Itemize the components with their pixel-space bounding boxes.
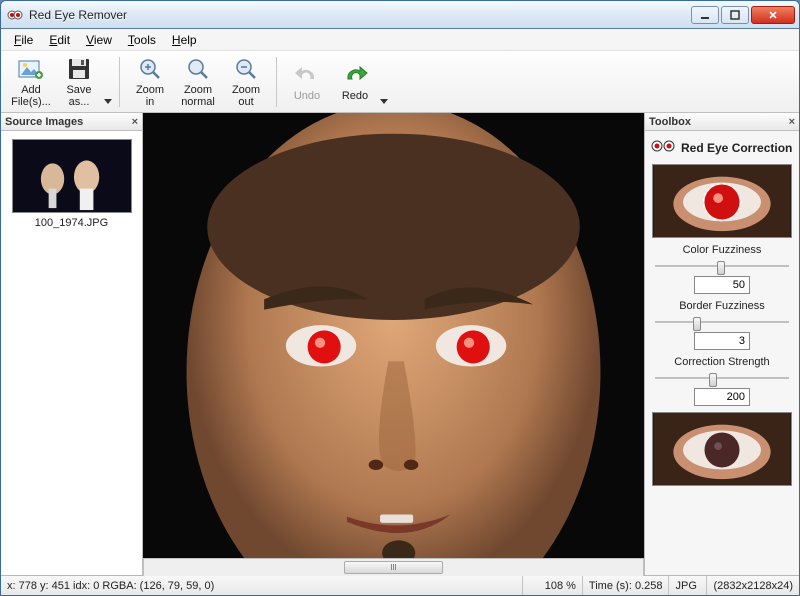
color-fuzziness-slider[interactable]	[655, 258, 789, 274]
zoom-out-button[interactable]: Zoom out	[222, 54, 270, 110]
panel-title: Source Images	[5, 116, 83, 128]
close-panel-icon[interactable]: ×	[132, 116, 138, 128]
toolbar: Add File(s)... Save as... Zoom in Zoom n…	[1, 51, 799, 113]
close-button[interactable]	[751, 6, 795, 24]
zoom-out-icon	[232, 57, 260, 83]
add-files-button[interactable]: Add File(s)...	[7, 54, 55, 110]
tool-label: Redo	[342, 90, 368, 102]
photo-add-icon	[17, 57, 45, 83]
toolbox-panel: Toolbox × Red Eye Correction Color	[645, 113, 799, 575]
redo-dropdown[interactable]	[379, 54, 389, 110]
horizontal-scrollbar[interactable]	[143, 558, 644, 575]
status-zoom: 108 %	[523, 576, 583, 595]
menu-help[interactable]: Help	[165, 31, 204, 49]
source-images-panel: Source Images × 100_1974.JPG	[1, 113, 143, 575]
minimize-button[interactable]	[691, 6, 719, 24]
thumbnail-list: 100_1974.JPG	[1, 131, 142, 575]
zoom-normal-button[interactable]: Zoom normal	[174, 54, 222, 110]
undo-button[interactable]: Undo	[283, 54, 331, 110]
window-controls	[691, 6, 795, 24]
correction-strength-input[interactable]	[694, 388, 750, 406]
menu-edit[interactable]: Edit	[42, 31, 77, 49]
slider-label: Border Fuzziness	[649, 300, 795, 312]
slider-label: Color Fuzziness	[649, 244, 795, 256]
tool-label: Zoom out	[232, 84, 260, 108]
redo-icon	[341, 62, 369, 88]
thumbnail-filename: 100_1974.JPG	[7, 217, 136, 229]
zoom-in-icon	[136, 57, 164, 83]
tool-label: Zoom normal	[181, 84, 215, 108]
floppy-icon	[65, 57, 93, 83]
titlebar: Red Eye Remover	[1, 1, 799, 29]
status-coords: x: 778 y: 451 idx: 0 RGBA: (126, 79, 59,…	[1, 576, 523, 595]
app-icon	[7, 7, 23, 23]
border-fuzziness-slider[interactable]	[655, 314, 789, 330]
save-as-button[interactable]: Save as...	[55, 54, 103, 110]
toolbox-section-header: Red Eye Correction	[649, 135, 795, 162]
tool-label: Undo	[294, 90, 320, 102]
statusbar: x: 778 y: 451 idx: 0 RGBA: (126, 79, 59,…	[1, 575, 799, 595]
tool-label: Add File(s)...	[11, 84, 51, 108]
preview-after	[652, 412, 792, 486]
save-dropdown[interactable]	[103, 54, 113, 110]
menu-tools[interactable]: Tools	[121, 31, 163, 49]
slider-label: Correction Strength	[649, 356, 795, 368]
section-title: Red Eye Correction	[681, 141, 792, 155]
border-fuzziness-input[interactable]	[694, 332, 750, 350]
status-dimensions: (2832x2128x24)	[707, 576, 799, 595]
preview-before	[652, 164, 792, 238]
zoom-in-button[interactable]: Zoom in	[126, 54, 174, 110]
undo-icon	[293, 62, 321, 88]
toolbox-panel-header: Toolbox ×	[645, 113, 799, 131]
canvas[interactable]	[143, 113, 644, 558]
panel-title: Toolbox	[649, 116, 691, 128]
status-format: JPG	[669, 576, 707, 595]
tool-label: Zoom in	[136, 84, 164, 108]
menu-view[interactable]: View	[79, 31, 119, 49]
window-title: Red Eye Remover	[29, 8, 691, 22]
border-fuzziness-row: Border Fuzziness	[649, 300, 795, 350]
color-fuzziness-input[interactable]	[694, 276, 750, 294]
color-fuzziness-row: Color Fuzziness	[649, 244, 795, 294]
maximize-button[interactable]	[721, 6, 749, 24]
redo-button[interactable]: Redo	[331, 54, 379, 110]
red-eye-icon	[651, 139, 675, 156]
app-window: Red Eye Remover File Edit View Tools Hel…	[0, 0, 800, 596]
source-panel-header: Source Images ×	[1, 113, 142, 131]
correction-strength-row: Correction Strength	[649, 356, 795, 406]
menu-file[interactable]: File	[7, 31, 40, 49]
content-area: Source Images × 100_1974.JPG	[1, 113, 799, 575]
close-panel-icon[interactable]: ×	[789, 116, 795, 128]
menubar: File Edit View Tools Help	[1, 29, 799, 51]
image-viewer	[143, 113, 645, 575]
toolbox-body: Red Eye Correction Color Fuzziness	[645, 131, 799, 575]
status-time: Time (s): 0.258	[583, 576, 670, 595]
tool-label: Save as...	[66, 84, 91, 108]
correction-strength-slider[interactable]	[655, 370, 789, 386]
zoom-normal-icon	[184, 57, 212, 83]
thumbnail[interactable]	[12, 139, 132, 213]
